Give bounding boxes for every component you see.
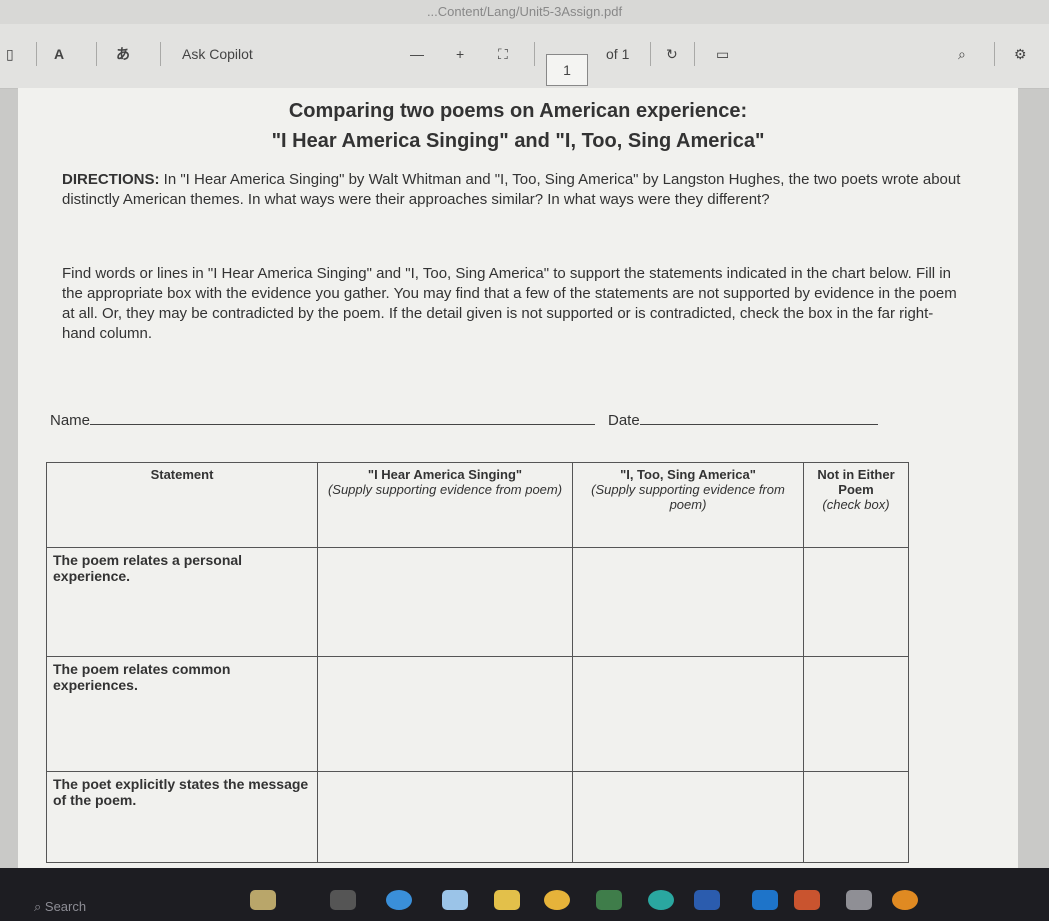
app-icon[interactable] [596,890,622,910]
checkbox-cell[interactable] [803,547,909,657]
header-i-too: "I, Too, Sing America" (Supply supportin… [572,462,804,548]
read-aloud-button[interactable]: A [54,40,64,68]
statement-cell: The poem relates common experiences. [46,656,318,772]
evidence-cell-hear-america[interactable] [317,547,573,657]
address-bar[interactable]: ...Content/Lang/Unit5-3Assign.pdf [0,0,1049,24]
page-subtitle: "I Hear America Singing" and "I, Too, Si… [271,130,765,152]
browser-icon[interactable] [386,890,412,910]
evidence-cell-i-too[interactable] [572,547,804,657]
header-hear-america: "I Hear America Singing" (Supply support… [317,462,573,548]
taskbar: ⌕ Search [0,868,1049,921]
directions-text: In "I Hear America Singing" by Walt Whit… [62,171,961,208]
store-icon[interactable] [442,890,468,910]
instructions: Find words or lines in "I Hear America S… [62,265,957,342]
teams-icon[interactable] [794,890,820,910]
directions: DIRECTIONS: In "I Hear America Singing" … [62,170,962,210]
widgets-icon[interactable] [330,890,356,910]
edge-icon[interactable] [648,890,674,910]
page-total: of 1 [606,46,630,62]
statement-cell: The poet explicitly states the message o… [46,771,318,863]
name-label: Name [50,412,91,429]
search-icon: ⌕ [34,899,45,914]
files-icon[interactable] [494,890,520,910]
game-icon[interactable] [846,890,872,910]
page-title: Comparing two poems on American experien… [288,100,748,122]
date-label: Date [608,412,640,429]
table-row: The poem relates common experiences. [46,656,909,772]
pdf-toolbar: ▯ A あ Ask Copilot — + ⛶ 1 of 1 ↻ ▭ ⌕ ⚙ [0,24,1049,89]
name-field[interactable]: Name [50,410,596,429]
table-header-row: Statement "I Hear America Singing" (Supp… [46,462,909,548]
rotate-icon[interactable]: ↻ [666,40,678,68]
add-text-button[interactable]: + [456,40,464,68]
page-number-input[interactable]: 1 [546,54,588,86]
evidence-cell-hear-america[interactable] [317,656,573,772]
checkbox-cell[interactable] [803,771,909,863]
fit-page-icon[interactable]: ⛶ [498,40,508,68]
chrome-icon[interactable] [544,890,570,910]
checkbox-cell[interactable] [803,656,909,772]
table-row: The poem relates a personal experience. [46,547,909,657]
sidebar-toggle-icon[interactable]: ▯ [6,40,14,68]
taskbar-search[interactable]: ⌕ Search [34,896,224,918]
ask-copilot-button[interactable]: Ask Copilot [182,40,253,68]
evidence-table: Statement "I Hear America Singing" (Supp… [46,462,909,863]
outlook-icon[interactable] [752,890,778,910]
translate-icon[interactable]: あ [116,40,130,68]
pdf-page: Comparing two poems on American experien… [18,88,1018,868]
weather-icon[interactable] [250,890,276,910]
header-statement: Statement [46,462,318,548]
draw-button[interactable]: — [410,40,424,68]
statement-cell: The poem relates a personal experience. [46,547,318,657]
evidence-cell-hear-america[interactable] [317,771,573,863]
header-not-in-either: Not in Either Poem (check box) [803,462,909,548]
word-icon[interactable] [694,890,720,910]
directions-label: DIRECTIONS: [62,171,160,188]
security-icon[interactable] [892,890,918,910]
search-icon[interactable]: ⌕ [958,40,966,68]
settings-icon[interactable]: ⚙ [1014,40,1027,68]
evidence-cell-i-too[interactable] [572,656,804,772]
evidence-cell-i-too[interactable] [572,771,804,863]
layout-icon[interactable]: ▭ [716,40,729,68]
table-row: The poet explicitly states the message o… [46,771,909,863]
date-field[interactable]: Date [608,410,878,429]
